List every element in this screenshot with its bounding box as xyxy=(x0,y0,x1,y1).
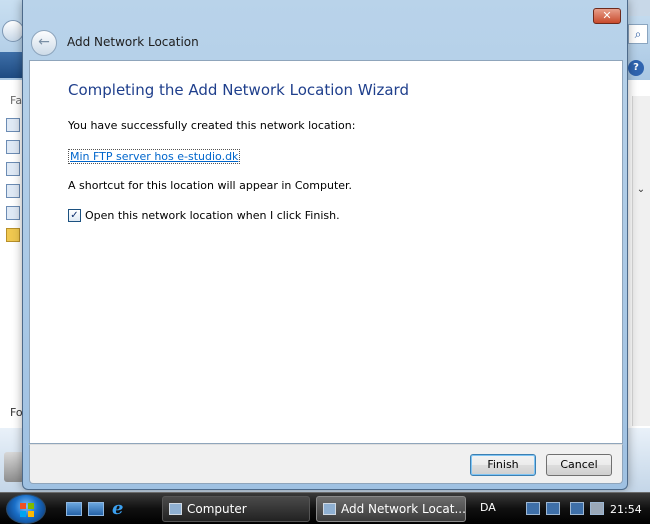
computer-icon xyxy=(169,503,182,515)
add-network-location-dialog: ✕ ← Add Network Location Completing the … xyxy=(22,0,628,490)
success-message: You have successfully created this netwo… xyxy=(68,119,356,132)
background-folder-icon[interactable] xyxy=(6,228,20,242)
tray-network-icon[interactable] xyxy=(570,502,584,515)
background-toolbar xyxy=(0,52,22,78)
taskbar: e Computer Add Network Locat... DA 21:54 xyxy=(0,492,650,524)
wizard-heading: Completing the Add Network Location Wiza… xyxy=(68,81,409,99)
dialog-title: Add Network Location xyxy=(67,35,199,49)
show-desktop-icon[interactable] xyxy=(66,502,82,516)
tray-sync-icon[interactable] xyxy=(526,502,540,515)
internet-explorer-icon[interactable]: e xyxy=(112,498,123,519)
open-location-option[interactable]: ✓ Open this network location when I clic… xyxy=(68,209,340,222)
network-location-link[interactable]: Min FTP server hos e-studio.dk xyxy=(68,149,241,164)
cancel-button[interactable]: Cancel xyxy=(546,454,612,476)
open-location-label[interactable]: Open this network location when I click … xyxy=(85,209,340,222)
taskbar-item-label: Add Network Locat... xyxy=(341,502,466,516)
taskbar-item-add-network-location[interactable]: Add Network Locat... xyxy=(316,496,466,522)
background-nav-item-icon[interactable] xyxy=(6,206,20,220)
background-nav-item-icon[interactable] xyxy=(6,140,20,154)
switch-windows-icon[interactable] xyxy=(88,502,104,516)
wizard-window-icon xyxy=(323,503,336,515)
background-search-icon[interactable]: ⌕ xyxy=(628,24,648,44)
back-arrow-icon[interactable]: ← xyxy=(31,30,57,56)
background-back-button[interactable] xyxy=(2,20,24,42)
finish-button[interactable]: Finish xyxy=(470,454,536,476)
close-button[interactable]: ✕ xyxy=(593,8,621,24)
start-button[interactable] xyxy=(6,494,46,524)
background-help-icon[interactable]: ? xyxy=(628,60,644,76)
background-favorites-label: Fa xyxy=(10,94,23,107)
background-folders-label: Fo xyxy=(10,406,23,419)
background-scroll-down-icon[interactable]: ⌄ xyxy=(632,184,650,198)
volume-icon[interactable] xyxy=(590,502,604,515)
taskbar-item-computer[interactable]: Computer xyxy=(162,496,310,522)
background-nav-item-icon[interactable] xyxy=(6,118,20,132)
background-scrollbar[interactable] xyxy=(632,96,650,426)
tray-network-icon[interactable] xyxy=(546,502,560,515)
shortcut-message: A shortcut for this location will appear… xyxy=(68,179,353,192)
wizard-button-bar: Finish Cancel xyxy=(29,444,623,484)
background-drive-icon xyxy=(4,452,24,482)
background-nav-item-icon[interactable] xyxy=(6,162,20,176)
taskbar-item-label: Computer xyxy=(187,502,247,516)
language-indicator[interactable]: DA xyxy=(480,501,496,514)
wizard-content-pane: Completing the Add Network Location Wiza… xyxy=(29,60,623,444)
system-clock[interactable]: 21:54 xyxy=(610,503,642,516)
open-location-checkbox[interactable]: ✓ xyxy=(68,209,81,222)
background-window-frame-corner xyxy=(628,0,650,16)
windows-logo-icon xyxy=(20,503,34,517)
background-nav-item-icon[interactable] xyxy=(6,184,20,198)
